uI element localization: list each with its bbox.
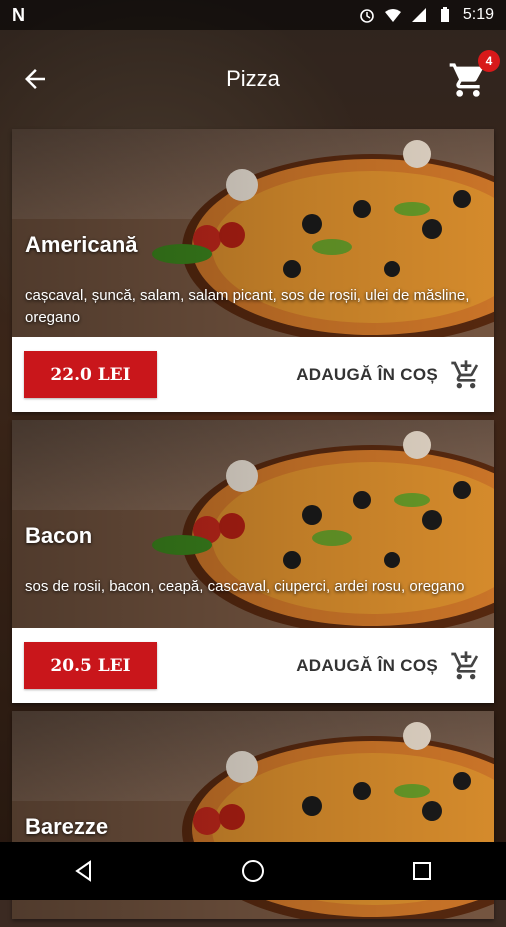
product-card[interactable]: Americană cașcaval, șuncă, salam, salam … xyxy=(12,129,494,412)
product-name: Americană xyxy=(25,232,138,257)
cart-count-badge: 4 xyxy=(478,50,500,72)
product-description: sos de rosii, bacon, ceapă, cascaval, ci… xyxy=(25,578,465,595)
pizza-image: Bacon sos de rosii, bacon, ceapă, cascav… xyxy=(12,420,494,628)
add-to-cart-button[interactable]: ADAUGĂ ÎN COȘ xyxy=(296,359,482,391)
page-title: Pizza xyxy=(226,66,280,91)
status-bar: N 5:19 xyxy=(0,0,506,30)
system-navigation-bar xyxy=(0,842,506,900)
nav-recents-icon[interactable] xyxy=(402,851,442,891)
nav-home-icon[interactable] xyxy=(233,851,273,891)
product-name: Barezze xyxy=(25,814,109,839)
add-to-cart-label: ADAUGĂ ÎN COȘ xyxy=(296,655,438,675)
alarm-icon xyxy=(360,9,374,23)
app-bar: Pizza 4 xyxy=(0,30,506,128)
add-shopping-cart-icon xyxy=(451,650,479,679)
battery-icon xyxy=(440,7,449,22)
card-footer: 20.5 LEI ADAUGĂ ÎN COȘ xyxy=(12,628,494,703)
product-name: Bacon xyxy=(25,523,93,548)
wifi-icon xyxy=(384,9,401,22)
add-to-cart-label: ADAUGĂ ÎN COȘ xyxy=(296,364,438,384)
notification-n-icon: N xyxy=(12,4,25,25)
signal-icon xyxy=(411,8,426,22)
pizza-image: Americană cașcaval, șuncă, salam, salam … xyxy=(12,129,494,337)
nav-back-icon[interactable] xyxy=(64,851,104,891)
card-footer: 22.0 LEI ADAUGĂ ÎN COȘ xyxy=(12,337,494,412)
price-button[interactable]: 22.0 LEI xyxy=(24,351,157,398)
add-shopping-cart-icon xyxy=(451,359,479,388)
product-description: cașcaval, șuncă, salam, salam picant, so… xyxy=(25,287,470,326)
clock: 5:19 xyxy=(462,6,494,23)
product-card[interactable]: Bacon sos de rosii, bacon, ceapă, cascav… xyxy=(12,420,494,703)
product-list: Americană cașcaval, șuncă, salam, salam … xyxy=(12,129,494,927)
price-button[interactable]: 20.5 LEI xyxy=(24,642,157,689)
add-to-cart-button[interactable]: ADAUGĂ ÎN COȘ xyxy=(296,650,482,682)
